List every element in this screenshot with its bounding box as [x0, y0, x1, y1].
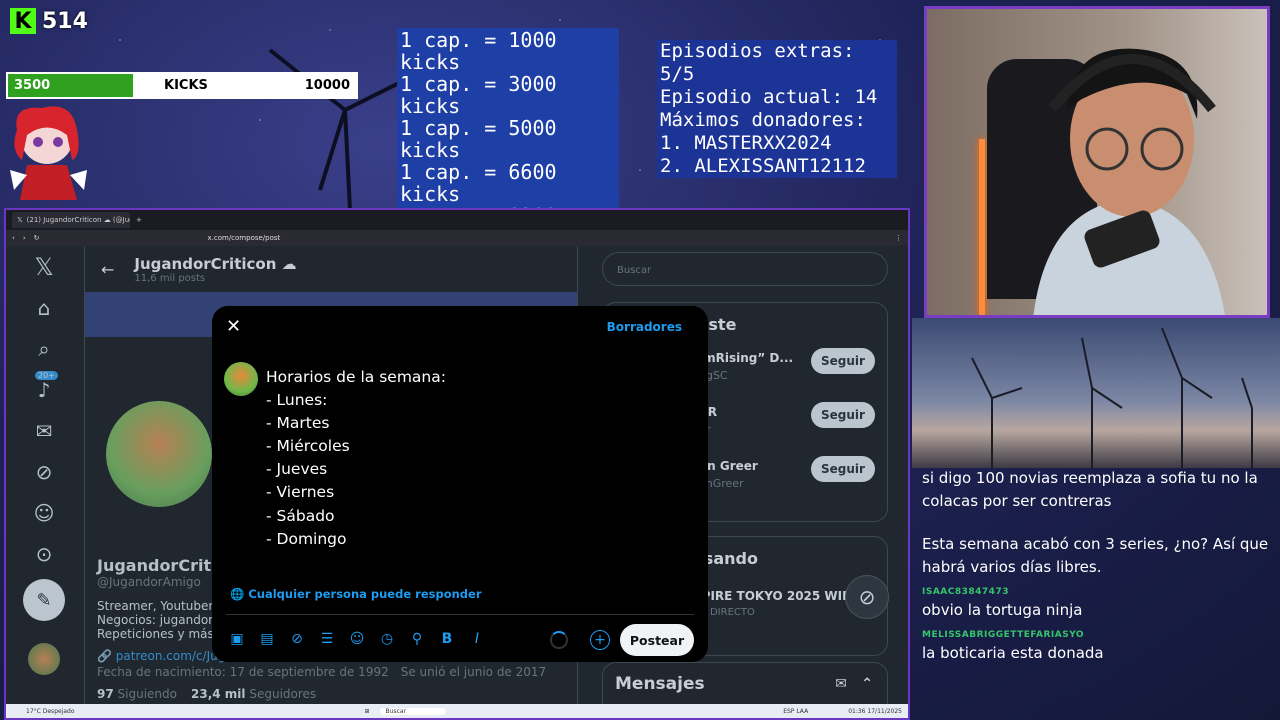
compose-modal: ✕ Borradores Horarios de la semana: - Lun…: [212, 306, 708, 662]
compose-line: - Sábado: [266, 506, 335, 525]
image-icon[interactable]: ▣: [228, 630, 246, 648]
stats-line: 1. MASTERXX2024: [660, 132, 832, 154]
gif-icon[interactable]: ▤: [258, 630, 276, 648]
compose-line: - Miércoles: [266, 437, 350, 456]
add-post-button[interactable]: +: [590, 630, 610, 650]
language-indicator[interactable]: ESP LAA: [783, 708, 808, 715]
taskbar-search[interactable]: Buscar: [379, 707, 447, 715]
url-field[interactable]: x.com/compose/post: [208, 234, 888, 242]
kick-goal-bar: 3500 KICKS 10000: [6, 72, 358, 99]
clock[interactable]: 01:36 17/11/2025: [848, 708, 902, 715]
bold-icon[interactable]: B: [438, 630, 456, 648]
kick-goal-item: 1 cap. = 1000 kicks: [400, 28, 557, 74]
chat-username: ISAAC83847473: [922, 587, 1009, 597]
kick-follower-counter: K 514: [10, 8, 88, 34]
tab-title: (21) JugandorCriticon ☁ (@Jug...: [26, 216, 130, 224]
chat-message: Esta semana acabó con 3 series, ¿no? Así…: [922, 521, 1272, 579]
kick-goal-end: 10000: [304, 78, 350, 93]
chat-message: ISAAC83847473 obvio la tortuga ninja: [922, 587, 1272, 622]
tab-bar: 𝕏 (21) JugandorCriticon ☁ (@Jug... ✕ +: [6, 210, 908, 230]
compose-line: - Martes: [266, 414, 330, 433]
new-tab-icon[interactable]: +: [136, 216, 142, 224]
anime-mascot-image: [10, 106, 87, 200]
forward-icon[interactable]: ›: [23, 234, 26, 242]
browser-window: 𝕏 (21) JugandorCriticon ☁ (@Jug... ✕ + ‹…: [4, 208, 910, 720]
windows-taskbar: 17°C Despejado ⊞ Buscar ESP LAA 01:36 17…: [6, 704, 908, 718]
wind-farm-landscape: [912, 318, 1280, 468]
compose-toolbar: ▣ ▤ ⊘ ☰ ☺ ◷ ⚲ B I: [228, 630, 486, 648]
compose-line: - Jueves: [266, 460, 328, 479]
back-icon[interactable]: ‹: [12, 234, 15, 242]
webcam-light-strip: [979, 139, 985, 315]
reply-setting-button[interactable]: 🌐 Cualquier persona puede responder: [230, 587, 481, 601]
stats-line: Máximos donadores:: [660, 109, 866, 131]
chat-message: MELISSABRIGGETTEFARIASYO la boticaria est…: [922, 630, 1272, 665]
close-icon[interactable]: ✕: [226, 316, 241, 337]
chat-text: Esta semana acabó con 3 series, ¿no? Así…: [922, 535, 1269, 576]
stream-stats-panel: Episodios extras: 5/5 Episodio actual: 14…: [657, 40, 897, 178]
compose-textarea[interactable]: Horarios de la semana: - Lunes: - Martes - …: [266, 366, 446, 551]
kick-goal-item: 1 cap. = 6600 kicks: [400, 160, 557, 206]
chat-text: la boticaria esta donada: [922, 644, 1104, 662]
kick-goal-item: 1 cap. = 3000 kicks: [400, 72, 557, 118]
poll-icon[interactable]: ☰: [318, 630, 336, 648]
kick-goal-start: 3500: [14, 78, 51, 93]
x-logo-icon: 𝕏: [17, 216, 23, 224]
grok-icon[interactable]: ⊘: [288, 630, 306, 648]
compose-avatar: [224, 362, 258, 396]
compose-line: - Viernes: [266, 483, 335, 502]
webcam-frame: [924, 6, 1270, 318]
schedule-icon[interactable]: ◷: [378, 630, 396, 648]
chat-message: si digo 100 novias reemplaza a sofia tu …: [922, 455, 1272, 513]
kick-logo: K: [10, 8, 36, 34]
kick-count: 514: [42, 8, 88, 34]
italic-icon[interactable]: I: [468, 630, 486, 648]
kick-goal-label: KICKS: [164, 78, 208, 93]
stats-line: 2. ALEXISSANT12112: [660, 155, 866, 177]
compose-line: - Domingo: [266, 529, 347, 548]
wind-turbine-decoration: [268, 48, 406, 210]
chat-username: [922, 455, 1272, 467]
browser-tab[interactable]: 𝕏 (21) JugandorCriticon ☁ (@Jug... ✕: [12, 212, 130, 228]
emoji-icon[interactable]: ☺: [348, 630, 366, 648]
globe-icon: 🌐: [230, 587, 249, 601]
compose-divider: [226, 614, 694, 615]
drafts-button[interactable]: Borradores: [607, 320, 682, 334]
location-icon[interactable]: ⚲: [408, 630, 426, 648]
stats-line: Episodio actual: 14: [660, 86, 878, 108]
start-icon[interactable]: ⊞: [365, 708, 370, 715]
char-count-progress: [550, 631, 568, 649]
reload-icon[interactable]: ↻: [34, 234, 40, 242]
compose-line: Horarios de la semana:: [266, 368, 446, 386]
weather-widget[interactable]: 17°C Despejado: [26, 708, 75, 715]
stream-chat: si digo 100 novias reemplaza a sofia tu …: [922, 455, 1272, 673]
chat-text: si digo 100 novias reemplaza a sofia tu …: [922, 469, 1258, 510]
kick-goal-item: 1 cap. = 5000 kicks: [400, 116, 557, 162]
address-bar: ‹ › ↻ x.com/compose/post ⋮: [6, 230, 908, 246]
stats-line: Episodios extras: 5/5: [660, 40, 855, 85]
x-page: 𝕏 ⌂ ⌕ ♪ 20+ ✉ ⊘ ☺ ⊙ ✎ ← JugandorCriticon …: [6, 246, 908, 706]
chat-text: obvio la tortuga ninja: [922, 601, 1083, 619]
chat-username: MELISSABRIGGETTEFARIASYO: [922, 630, 1085, 640]
extensions-icon[interactable]: ⋮: [895, 234, 902, 242]
compose-line: - Lunes:: [266, 391, 328, 410]
post-button[interactable]: Postear: [620, 624, 694, 656]
chat-username: [922, 521, 1272, 533]
streamer-image: [1033, 48, 1225, 315]
